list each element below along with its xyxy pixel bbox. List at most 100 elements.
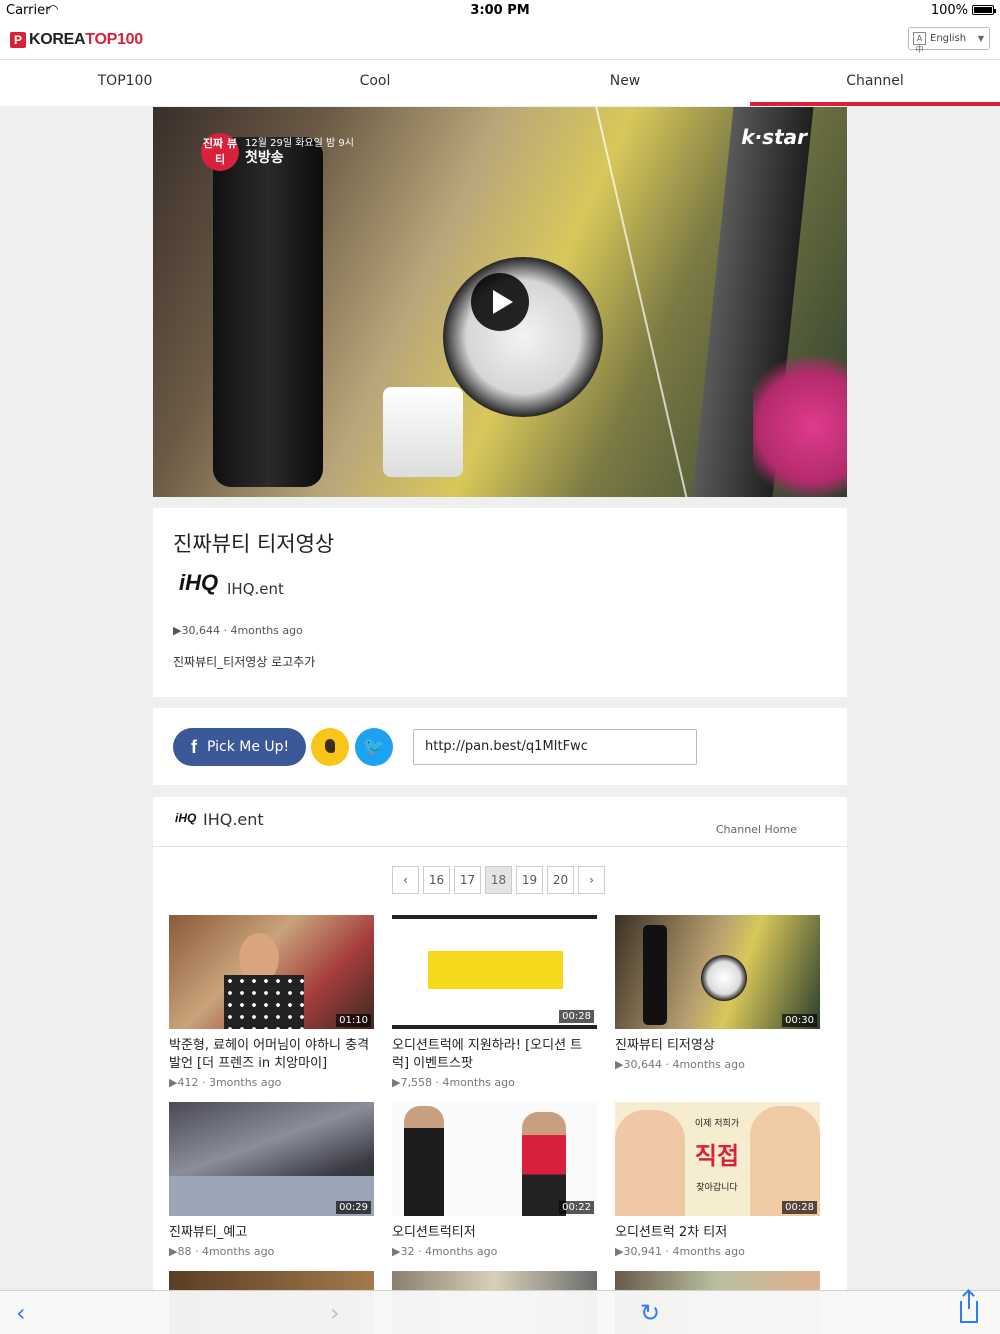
video-frame-jar	[383, 387, 463, 477]
page-16[interactable]: 16	[423, 866, 450, 894]
prev-page-button[interactable]: ‹	[392, 866, 419, 894]
share-url-field[interactable]: http://pan.best/q1MItFwc	[413, 729, 697, 765]
video-card[interactable]: 00:22 오디션트럭티저 ▶32 · 4months ago	[392, 1102, 597, 1258]
tab-top100[interactable]: TOP100	[0, 60, 250, 106]
kakao-share-button[interactable]	[311, 728, 349, 766]
video-card-stats: ▶412 · 3months ago	[169, 1076, 282, 1089]
facebook-share-button[interactable]: f Pick Me Up!	[173, 728, 306, 766]
video-frame-bottle	[213, 137, 323, 487]
duration-badge: 00:28	[782, 1201, 817, 1214]
video-card[interactable]: 00:28 오디션트럭에 지원하라! [오디션 트럭] 이벤트스팟 ▶7,558…	[392, 915, 597, 1089]
channel-list-name: IHQ.ent	[203, 810, 264, 829]
video-card-stats: ▶30,941 · 4months ago	[615, 1245, 745, 1258]
next-page-button[interactable]: ›	[578, 866, 605, 894]
video-card-views: 7,558	[400, 1076, 432, 1089]
video-card[interactable]: 이제 저희가 직접 찾아갑니다 00:28 오디션트럭 2차 티저 ▶30,94…	[615, 1102, 820, 1258]
channel-video-list: iHQ IHQ.ent Channel Home ‹ 16 17 18 19 2…	[153, 797, 847, 1334]
thumb-compact	[701, 955, 747, 1001]
video-card-title[interactable]: 진짜뷰티_예고	[169, 1224, 374, 1242]
video-frame-pink	[753, 357, 847, 497]
battery-percent: 100%	[930, 3, 968, 18]
video-frame-divider	[593, 107, 690, 497]
upload-age: 4months ago	[230, 624, 303, 637]
back-icon[interactable]: ‹	[16, 1299, 26, 1327]
duration-badge: 00:29	[336, 1201, 371, 1214]
duration-badge: 00:30	[782, 1014, 817, 1027]
video-card-age: 4months ago	[442, 1076, 515, 1089]
video-card[interactable]: 00:30 진짜뷰티 티저영상 ▶30,644 · 4months ago	[615, 915, 820, 1071]
channel-logo[interactable]: iHQ	[179, 570, 219, 606]
video-description: 진짜뷰티_티저영상 로고추가	[173, 655, 316, 669]
video-card-stats: ▶88 · 4months ago	[169, 1245, 275, 1258]
logo-korea-text: KOREA	[29, 31, 86, 48]
video-title: 진짜뷰티 티저영상	[173, 532, 335, 556]
forward-icon[interactable]: ›	[330, 1299, 340, 1327]
video-card-title[interactable]: 오디션트럭에 지원하라! [오디션 트럭] 이벤트스팟	[392, 1037, 597, 1073]
channel-mini-logo: iHQ	[175, 811, 197, 825]
tab-channel[interactable]: Channel	[750, 60, 1000, 106]
pagination: ‹ 16 17 18 19 20 ›	[392, 866, 609, 894]
video-card-title[interactable]: 오디션트럭티저	[392, 1224, 597, 1242]
thumb-text-bottom: 찾아갑니다	[696, 1183, 738, 1193]
video-info-card: 진짜뷰티 티저영상 iHQ IHQ.ent ▶30,644 · 4months …	[153, 508, 847, 697]
thumb-text-main: 직접	[694, 1142, 740, 1170]
video-card-age: 3months ago	[208, 1076, 282, 1089]
video-card[interactable]: 00:29 진짜뷰티_예고 ▶88 · 4months ago	[169, 1102, 374, 1258]
channel-logo-text: iHQ	[179, 570, 219, 595]
tab-new[interactable]: New	[500, 60, 750, 106]
main-tabs: TOP100 Cool New Channel	[0, 60, 1000, 106]
thumb-shirt	[224, 975, 304, 1029]
share-card: f Pick Me Up! 🐦 http://pan.best/q1MItFwc	[153, 708, 847, 785]
page-19[interactable]: 19	[516, 866, 543, 894]
facebook-icon: f	[191, 736, 197, 757]
video-card-views: 30,644	[623, 1058, 662, 1071]
video-card-age: 4months ago	[424, 1245, 498, 1258]
video-card[interactable]: 01:10 박준형, 료헤이 어머님이 야하니 충격 발언 [더 프렌즈 in …	[169, 915, 374, 1089]
tab-cool[interactable]: Cool	[250, 60, 500, 106]
video-thumbnail[interactable]: 이제 저희가 직접 찾아갑니다 00:28	[615, 1102, 820, 1216]
video-card-age: 4months ago	[201, 1245, 275, 1258]
video-thumbnail[interactable]: 00:29	[169, 1102, 374, 1216]
thumb-bottle	[643, 925, 667, 1025]
video-card-views: 88	[177, 1245, 192, 1258]
video-caption-date: 12월 29일 화요일 밤 9시	[245, 138, 354, 149]
video-stats: ▶30,644 · 4months ago	[173, 624, 303, 637]
language-select[interactable]: A中 English ▼	[908, 27, 990, 54]
video-caption-premiere: 첫방송	[245, 150, 284, 166]
thumb-person-left	[404, 1106, 444, 1216]
clock: 3:00 PM	[470, 3, 530, 18]
thumb-person-left	[615, 1110, 685, 1216]
language-value: English	[930, 33, 967, 44]
status-bar: Carrier ◠ 3:00 PM 100%	[0, 0, 1000, 20]
channel-name[interactable]: IHQ.ent	[227, 580, 284, 598]
duration-badge: 00:22	[559, 1201, 594, 1214]
video-thumbnail[interactable]: 00:30	[615, 915, 820, 1029]
duration-badge: 01:10	[336, 1014, 371, 1027]
video-thumbnail[interactable]: 00:22	[392, 1102, 597, 1216]
video-card-title[interactable]: 오디션트럭 2차 티저	[615, 1224, 820, 1242]
share-icon[interactable]	[960, 1291, 978, 1323]
video-card-stats: ▶30,644 · 4months ago	[615, 1058, 745, 1071]
page-17[interactable]: 17	[454, 866, 481, 894]
korea-top100-logo[interactable]: P KOREA TOP100	[10, 30, 143, 50]
play-button[interactable]	[471, 273, 529, 331]
page-20[interactable]: 20	[547, 866, 574, 894]
channel-home-link[interactable]: Channel Home	[716, 823, 797, 836]
logo-p-icon: P	[10, 32, 26, 48]
show-badge: 진짜 뷰티	[201, 133, 239, 171]
video-thumbnail[interactable]: 01:10	[169, 915, 374, 1029]
reload-icon[interactable]: ↻	[640, 1299, 660, 1327]
video-card-title[interactable]: 진짜뷰티 티저영상	[615, 1037, 820, 1055]
thumb-person-right	[750, 1106, 820, 1216]
video-card-title[interactable]: 박준형, 료헤이 어머님이 야하니 충격 발언 [더 프렌즈 in 치앙마이]	[169, 1037, 374, 1073]
page-18[interactable]: 18	[485, 866, 512, 894]
kakao-icon	[325, 739, 335, 753]
thumb-text-top: 이제 저희가	[694, 1119, 740, 1129]
battery-icon	[972, 5, 996, 15]
browser-toolbar: ‹ › ↻	[0, 1290, 1000, 1334]
twitter-share-button[interactable]: 🐦	[355, 728, 393, 766]
channel-list-header: iHQ IHQ.ent Channel Home	[153, 797, 847, 847]
video-player[interactable]: 진짜 뷰티 12월 29일 화요일 밤 9시 첫방송 k·star	[153, 107, 847, 497]
dropdown-arrow-icon: ▼	[977, 34, 984, 43]
video-thumbnail[interactable]: 00:28	[392, 915, 597, 1029]
